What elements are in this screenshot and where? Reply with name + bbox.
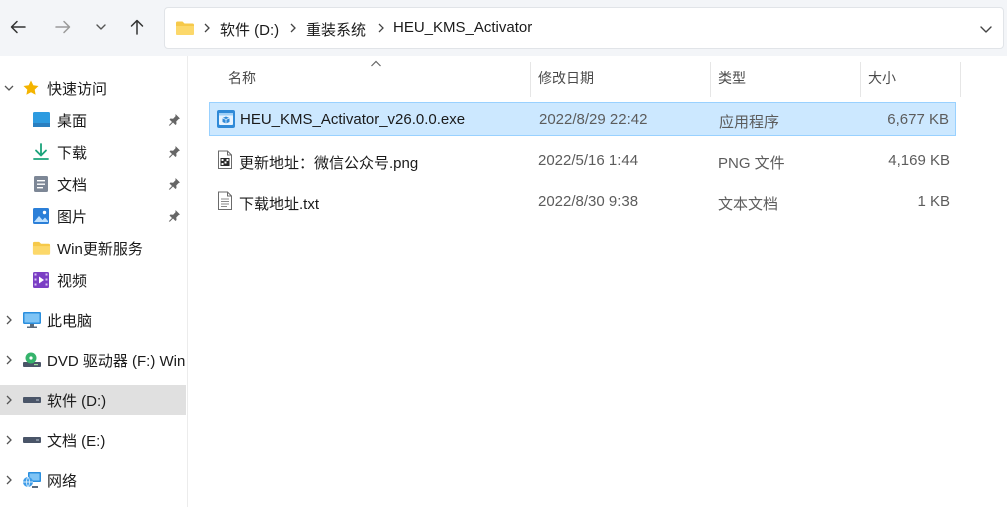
sidebar-item-label: 图片 [57,209,88,226]
star-icon [22,79,40,97]
chevron-right-icon[interactable] [3,394,15,406]
drive-icon [22,435,42,445]
arrow-up-icon [130,19,144,35]
chevron-right-icon [290,23,296,33]
arrow-right-icon [55,20,71,34]
breadcrumb-drive[interactable]: 软件 (D:) [220,19,279,40]
computer-icon [22,311,42,329]
sidebar-item-desktop[interactable]: 桌面 [0,105,186,135]
file-type: PNG 文件 [718,155,785,172]
chevron-right-icon[interactable] [3,354,15,366]
chevron-right-icon[interactable] [3,314,15,326]
chevron-down-icon[interactable] [3,82,15,94]
sidebar-item-label: 视频 [57,273,88,290]
breadcrumb-current[interactable]: HEU_KMS_Activator [393,19,532,36]
sidebar-item-win-update[interactable]: Win更新服务 [0,233,186,263]
pin-icon [168,178,180,190]
file-row[interactable]: 更新地址：微信公众号.png 2022/5/16 1:44 PNG 文件 4,1… [209,144,956,178]
drive-icon [22,395,42,405]
column-divider[interactable] [530,62,531,97]
file-date: 2022/8/29 22:42 [539,111,648,128]
sort-ascending-icon [371,60,381,67]
arrow-left-icon [10,20,26,34]
sidebar-item-label: 文档 (E:) [47,433,106,450]
video-icon [32,271,50,289]
document-icon [33,175,49,193]
chevron-down-icon [96,24,106,30]
sidebar-item-label: 此电脑 [47,313,93,330]
back-button[interactable] [3,12,33,42]
file-row[interactable]: HEU_KMS_Activator_v26.0.0.exe 2022/8/29 … [209,102,956,136]
file-size: 6,677 KB [887,111,949,128]
file-name: HEU_KMS_Activator_v26.0.0.exe [240,111,466,128]
pin-icon [168,210,180,222]
recent-locations-button[interactable] [86,12,116,42]
image-file-icon [215,150,235,173]
download-icon [32,143,50,161]
file-type: 应用程序 [719,114,780,131]
navigation-bar: 软件 (D:) 重装系统 HEU_KMS_Activator [0,0,1007,56]
column-divider[interactable] [710,62,711,97]
column-header-type[interactable]: 类型 [718,68,746,88]
pin-icon [168,114,180,126]
sidebar-item-this-pc[interactable]: 此电脑 [0,305,186,335]
text-file-icon [215,191,235,214]
folder-icon [32,240,51,256]
file-list: 名称 修改日期 类型 大小 HEU_KMS_Activator_v26.0.0.… [189,56,1007,507]
network-icon [22,471,42,489]
sidebar-item-label: 文档 [57,177,88,194]
breadcrumb-folder[interactable]: 重装系统 [306,19,366,40]
sidebar-item-documents[interactable]: 文档 [0,169,186,199]
pictures-icon [32,207,50,225]
address-bar[interactable]: 软件 (D:) 重装系统 HEU_KMS_Activator [164,7,1004,49]
sidebar-item-pictures[interactable]: 图片 [0,201,186,231]
column-divider[interactable] [860,62,861,97]
file-type: 文本文档 [718,196,779,213]
column-header-date[interactable]: 修改日期 [538,68,594,88]
sidebar-item-network[interactable]: 网络 [0,465,186,495]
sidebar-item-downloads[interactable]: 下载 [0,137,186,167]
folder-icon [176,21,194,35]
forward-button[interactable] [48,12,78,42]
sidebar-item-label: Win更新服务 [57,241,143,258]
sidebar-item-label: 网络 [47,473,78,490]
file-name: 下载地址.txt [239,196,320,213]
file-row[interactable]: 下载地址.txt 2022/8/30 9:38 文本文档 1 KB [209,185,956,219]
dvd-drive-icon [22,351,42,369]
pin-icon [168,146,180,158]
sidebar-item-label: 下载 [57,145,88,162]
file-date: 2022/5/16 1:44 [538,152,639,169]
chevron-down-icon[interactable] [979,22,993,36]
sidebar-item-videos[interactable]: 视频 [0,265,186,295]
chevron-right-icon [204,23,210,33]
column-divider[interactable] [960,62,961,97]
sidebar-item-dvd-drive[interactable]: DVD 驱动器 (F:) Win [0,345,186,375]
chevron-right-icon[interactable] [3,474,15,486]
sidebar-item-label: 软件 (D:) [47,393,107,410]
chevron-right-icon[interactable] [3,434,15,446]
sidebar-item-drive-e[interactable]: 文档 (E:) [0,425,186,455]
sidebar-item-drive-d[interactable]: 软件 (D:) [0,385,186,415]
sidebar-item-label: DVD 驱动器 (F:) Win [47,353,186,370]
file-date: 2022/8/30 9:38 [538,193,639,210]
sidebar-item-label: 桌面 [57,113,88,130]
desktop-icon [32,111,51,129]
sidebar-item-label: 快速访问 [47,81,108,98]
chevron-right-icon [378,23,384,33]
file-name: 更新地址：微信公众号.png [239,155,419,172]
sidebar-item-quick-access[interactable]: 快速访问 [0,73,186,103]
file-size: 1 KB [917,193,950,210]
up-button[interactable] [122,12,152,42]
column-header-name[interactable]: 名称 [228,68,256,88]
navigation-pane: 快速访问 桌面 下载 文档 图片 Win更新服务 视频 此电脑 DVD 驱动器 … [0,56,188,507]
column-header-size[interactable]: 大小 [868,68,896,88]
file-size: 4,169 KB [888,152,950,169]
exe-icon [216,109,236,132]
